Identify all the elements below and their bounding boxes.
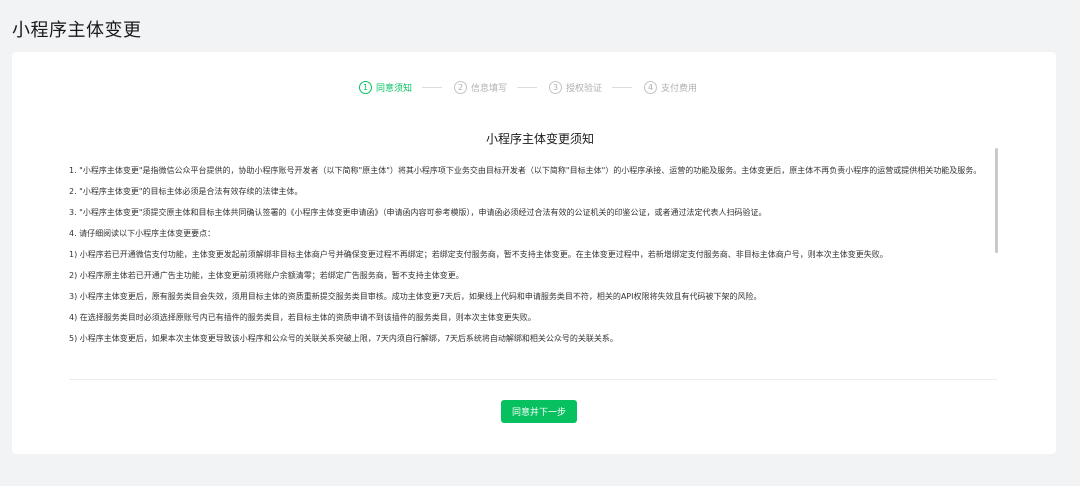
notice-item: 2) 小程序原主体若已开通广告主功能，主体变更前须将账户余额清零；若绑定广告服务… bbox=[69, 271, 464, 280]
notice-item: 4) 在选择服务类目时必须选择原账号内已有插件的服务类目，若目标主体的资质申请不… bbox=[69, 313, 536, 322]
notice-scroll-area[interactable]: 1. "小程序主体变更"是指微信公众平台提供的，协助小程序账号开发者（以下简称"… bbox=[69, 164, 997, 380]
step-connector bbox=[422, 86, 443, 88]
notice-item: 1) 小程序若已开通微信支付功能，主体变更发起前须解绑非目标主体商户号并确保变更… bbox=[69, 250, 888, 259]
step-connector bbox=[612, 86, 633, 88]
agree-next-button[interactable]: 同意并下一步 bbox=[501, 400, 577, 423]
step-label: 支付费用 bbox=[661, 83, 698, 94]
step-number: 2 bbox=[454, 80, 468, 94]
step-number: 3 bbox=[549, 80, 563, 94]
notice-item: 3. "小程序主体变更"须提交原主体和目标主体共同确认签署的《小程序主体变更申请… bbox=[69, 208, 767, 217]
scrollbar-thumb[interactable] bbox=[995, 148, 998, 253]
step-authorize: 3 授权验证 bbox=[549, 80, 603, 94]
step-label: 同意须知 bbox=[376, 83, 413, 94]
notice-item: 1. "小程序主体变更"是指微信公众平台提供的，协助小程序账号开发者（以下简称"… bbox=[69, 166, 982, 175]
step-agree-notice: 1 同意须知 bbox=[359, 80, 413, 94]
step-connector bbox=[517, 86, 538, 88]
step-indicator: 1 同意须知 2 信息填写 3 授权验证 4 支付费用 bbox=[359, 79, 697, 95]
step-label: 授权验证 bbox=[566, 83, 603, 94]
step-number: 1 bbox=[359, 80, 372, 94]
page-title: 小程序主体变更 bbox=[12, 20, 142, 41]
step-fill-info: 2 信息填写 bbox=[454, 80, 508, 94]
notice-item: 4. 请仔细阅读以下小程序主体变更要点： bbox=[69, 229, 216, 238]
step-label: 信息填写 bbox=[471, 83, 508, 94]
notice-item: 3) 小程序主体变更后，原有服务类目会失效，须用目标主体的资质重新提交服务类目审… bbox=[69, 292, 762, 301]
step-payment: 4 支付费用 bbox=[644, 80, 698, 94]
main-card: 1 同意须知 2 信息填写 3 授权验证 4 支付费用 小程序主体变更须知 1.… bbox=[12, 52, 1056, 454]
notice-title: 小程序主体变更须知 bbox=[485, 132, 594, 146]
notice-item: 2. "小程序主体变更"的目标主体必须是合法有效存续的法律主体。 bbox=[69, 187, 303, 196]
step-number: 4 bbox=[644, 80, 658, 94]
notice-list: 1. "小程序主体变更"是指微信公众平台提供的，协助小程序账号开发者（以下简称"… bbox=[69, 164, 997, 345]
notice-item: 5) 小程序主体变更后，如果本次主体变更导致该小程序和公众号的关联关系突破上限，… bbox=[69, 334, 618, 343]
